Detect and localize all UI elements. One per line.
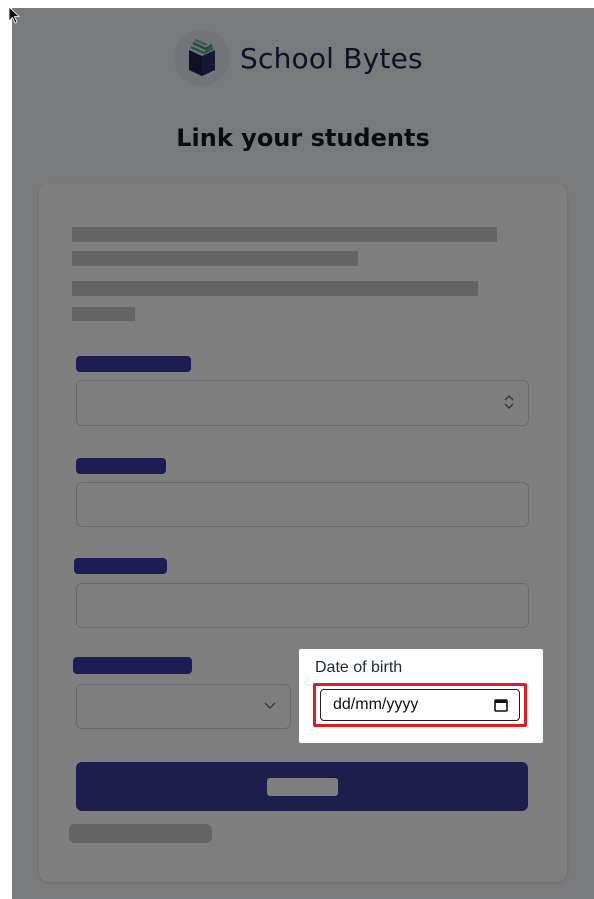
year-select[interactable] <box>76 684 291 729</box>
first-name-field[interactable] <box>76 482 529 527</box>
dob-placeholder: dd/mm/yyyy <box>333 696 419 713</box>
app-screen: School Bytes Link your students Date of … <box>12 8 594 899</box>
dob-highlight: Date of birth dd/mm/yyyy <box>299 649 543 743</box>
brand-name: School Bytes <box>240 41 423 75</box>
last-name-field[interactable] <box>76 583 529 628</box>
dob-input-highlight: dd/mm/yyyy <box>313 683 527 727</box>
chevron-down-icon <box>264 702 276 710</box>
chevron-updown-icon <box>504 394 514 410</box>
school-select-label <box>76 356 191 372</box>
calendar-icon[interactable] <box>493 697 509 713</box>
submit-button[interactable] <box>76 762 528 811</box>
page-title: Link your students <box>176 124 430 152</box>
brand-header: School Bytes <box>174 30 423 86</box>
dob-label: Date of birth <box>315 659 403 676</box>
submit-button-label <box>267 778 338 796</box>
description-line-2 <box>72 251 358 266</box>
first-name-label <box>76 458 166 474</box>
description-line-3 <box>72 281 478 296</box>
link-students-card <box>39 184 567 882</box>
last-name-label <box>74 558 167 574</box>
description-line-1 <box>72 227 497 242</box>
year-select-label <box>73 657 192 674</box>
school-select[interactable] <box>76 380 529 426</box>
logo-badge <box>174 30 230 86</box>
description-line-4 <box>72 307 135 321</box>
secondary-link[interactable] <box>69 824 212 843</box>
book-logo-icon <box>189 38 215 76</box>
dob-input[interactable]: dd/mm/yyyy <box>320 689 520 721</box>
mouse-pointer-icon <box>8 6 20 24</box>
